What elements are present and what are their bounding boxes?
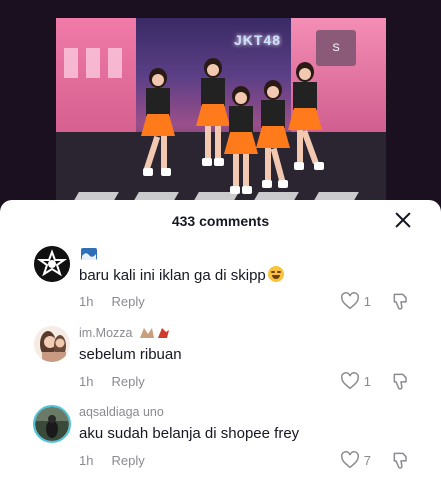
thumbs-down-icon bbox=[393, 452, 407, 469]
heart-icon bbox=[340, 451, 359, 469]
jkt48-neon-sign: JKT48 bbox=[234, 32, 282, 48]
like-button[interactable]: 7 bbox=[340, 451, 371, 469]
grinning-sweat-emoji bbox=[267, 266, 284, 282]
comment-username[interactable] bbox=[79, 246, 97, 260]
comment-text: baru kali ini iklan ga di skipp bbox=[79, 266, 284, 284]
comment-username[interactable]: aqsaldiaga uno bbox=[79, 405, 164, 419]
comment-text: sebelum ribuan bbox=[79, 346, 182, 363]
close-icon[interactable] bbox=[393, 210, 413, 230]
comment-meta: 1h Reply bbox=[79, 294, 145, 309]
comment-time: 1h bbox=[79, 453, 94, 468]
avatar[interactable] bbox=[34, 246, 70, 282]
heart-icon bbox=[340, 292, 359, 310]
dislike-button[interactable] bbox=[391, 371, 411, 396]
dancer bbox=[224, 86, 258, 196]
like-count: 1 bbox=[363, 373, 371, 389]
avatar[interactable] bbox=[33, 405, 71, 443]
comment-meta: 1h Reply bbox=[79, 453, 145, 468]
comments-sheet: 433 comments baru kali ini iklan ga di s… bbox=[0, 200, 441, 479]
pink-building-left bbox=[56, 18, 136, 138]
reply-button[interactable]: Reply bbox=[111, 294, 144, 309]
like-count: 1 bbox=[363, 293, 371, 309]
comments-header: 433 comments bbox=[0, 200, 441, 244]
comment-time: 1h bbox=[79, 374, 94, 389]
comment-item: im.Mozza sebelum ribuan 1h Reply 1 bbox=[0, 322, 441, 400]
heart-icon bbox=[340, 372, 359, 390]
comment-text: aku sudah belanja di shopee frey bbox=[79, 425, 300, 442]
dislike-button[interactable] bbox=[391, 291, 411, 316]
dancer bbox=[256, 80, 290, 190]
dislike-button[interactable] bbox=[391, 450, 411, 475]
like-count: 7 bbox=[363, 452, 371, 468]
comment-meta: 1h Reply bbox=[79, 374, 145, 389]
video-frame: S JKT48 bbox=[56, 18, 386, 212]
thumbs-down-icon bbox=[393, 293, 407, 310]
comment-username[interactable]: im.Mozza bbox=[79, 326, 170, 340]
wave-flag-icon bbox=[81, 248, 97, 260]
fox-leaf-emoji bbox=[139, 328, 169, 338]
comment-item: baru kali ini iklan ga di skipp 1h Reply … bbox=[0, 242, 441, 320]
like-button[interactable]: 1 bbox=[340, 292, 371, 310]
comment-item: aqsaldiaga uno aku sudah belanja di shop… bbox=[0, 401, 441, 479]
thumbs-down-icon bbox=[393, 373, 407, 390]
shop-sign: S bbox=[316, 30, 356, 66]
reply-button[interactable]: Reply bbox=[111, 374, 144, 389]
comment-count: 433 comments bbox=[171, 213, 270, 229]
reply-button[interactable]: Reply bbox=[111, 453, 144, 468]
video-player[interactable]: S JKT48 bbox=[0, 0, 441, 212]
like-button[interactable]: 1 bbox=[340, 372, 371, 390]
dancer bbox=[141, 68, 175, 178]
avatar[interactable] bbox=[34, 326, 70, 362]
comment-time: 1h bbox=[79, 294, 94, 309]
dancer bbox=[288, 62, 324, 172]
